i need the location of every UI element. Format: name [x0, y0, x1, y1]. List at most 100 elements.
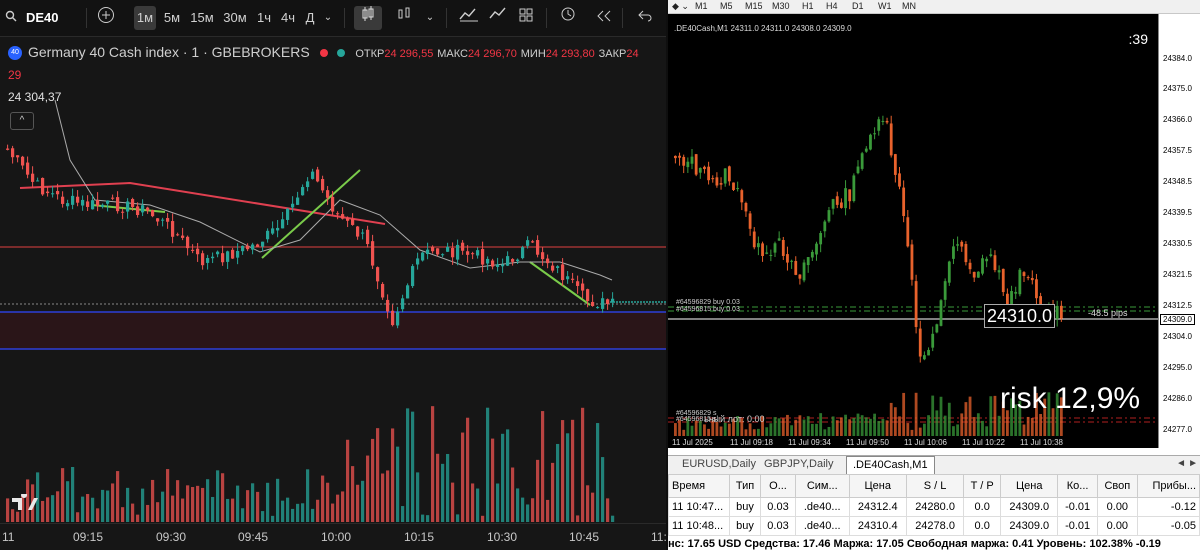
candle-body — [26, 162, 30, 175]
chart-legend: 40 Germany 40 Cash index · 1 · GBEBROKERS… — [8, 44, 639, 61]
cell-swap: 0.00 — [1096, 516, 1138, 536]
col-volume[interactable]: О... — [760, 474, 796, 498]
volume-bar — [81, 496, 85, 522]
volume-bar — [860, 415, 864, 436]
mt-price-axis[interactable]: 24384.0 24375.0 24366.0 24357.5 24348.5 … — [1158, 14, 1200, 448]
volume-bar — [471, 483, 475, 522]
cell-sl: 24280.0 — [905, 497, 965, 517]
tf-1m[interactable]: 1м — [134, 6, 156, 30]
volume-bar — [281, 500, 285, 522]
volume-bar — [690, 425, 694, 436]
col-tp[interactable]: T / P — [963, 474, 1002, 498]
col-symbol[interactable]: Сим... — [794, 474, 850, 498]
compare-icon[interactable] — [488, 6, 508, 30]
tf-d1[interactable]: D1 — [852, 1, 864, 11]
chevron-down-icon[interactable]: ⌄ — [322, 6, 334, 30]
scroll-right-icon[interactable]: ► — [1188, 458, 1198, 469]
tf-1h[interactable]: 1ч — [254, 6, 274, 30]
tf-5m[interactable]: 5м — [160, 6, 184, 30]
tv-toolbar: DE40 1м 5м 15м 30м 1ч 4ч Д ⌄ ⌄ — [0, 0, 666, 37]
trend-line-green-2[interactable] — [261, 169, 361, 259]
candle-body — [506, 256, 510, 266]
col-time[interactable]: Время — [668, 474, 730, 498]
undo-icon[interactable] — [636, 6, 654, 30]
chart-type-icon[interactable] — [458, 6, 480, 30]
candle-body — [46, 191, 50, 194]
volume-bar — [506, 429, 510, 522]
cell-profit: -0.12 — [1136, 497, 1200, 517]
candle-body — [906, 217, 910, 247]
col-commission[interactable]: Ко... — [1057, 474, 1098, 498]
time-tick: 09:15 — [73, 530, 104, 544]
tf-m15[interactable]: M15 — [745, 1, 763, 11]
candle-body — [835, 196, 839, 205]
candle-body — [881, 120, 885, 122]
tf-h4[interactable]: H4 — [826, 1, 838, 11]
candle-body — [111, 197, 115, 199]
candles-icon[interactable] — [354, 6, 382, 30]
candle-body — [852, 175, 856, 202]
volume-bar — [844, 414, 847, 436]
chart-title[interactable]: Germany 40 Cash index · 1 · GBEBROKERS — [28, 44, 310, 60]
collapse-legend-button[interactable]: ^ — [10, 112, 34, 130]
candle-body — [586, 289, 590, 301]
indicators-icon[interactable] — [394, 6, 414, 30]
tab-de40[interactable]: .DE40Cash,M1 — [846, 456, 935, 474]
volume-bar — [476, 488, 480, 522]
tf-w1[interactable]: W1 — [878, 1, 892, 11]
volume-bar — [481, 515, 485, 522]
trend-line-red[interactable] — [19, 181, 386, 225]
layout-grid-icon[interactable] — [516, 6, 536, 30]
tf-m5[interactable]: M5 — [720, 1, 733, 11]
tab-gbpjpy[interactable]: GBPJPY,Daily — [758, 458, 840, 470]
candle-body — [927, 349, 930, 356]
cursor-icon[interactable]: ◆ ⌄ — [672, 1, 689, 12]
table-row[interactable]: 11 10:47... buy 0.03 .de40... 24312.4 24… — [668, 497, 1200, 517]
tf-mn[interactable]: MN — [902, 1, 916, 11]
tf-15m[interactable]: 15м — [188, 6, 216, 30]
tf-30m[interactable]: 30м — [220, 6, 250, 30]
col-current-price[interactable]: Цена — [1000, 474, 1059, 498]
volume-bar — [976, 413, 980, 436]
volume-bar — [496, 483, 500, 522]
replay-icon[interactable] — [594, 6, 614, 30]
tv-chart-canvas[interactable] — [0, 0, 666, 550]
col-type[interactable]: Тип — [728, 474, 762, 498]
tv-time-axis[interactable]: 11 09:15 09:30 09:45 10:00 10:15 10:30 1… — [0, 523, 666, 550]
symbol-name[interactable]: DE40 — [26, 6, 66, 30]
candle-body — [166, 218, 170, 222]
table-row[interactable]: 11 10:48... buy 0.03 .de40... 24310.4 24… — [668, 516, 1200, 536]
tf-m30[interactable]: M30 — [772, 1, 790, 11]
candle-body — [461, 242, 465, 251]
candle-body — [311, 171, 315, 179]
candle-body — [786, 254, 789, 263]
search-icon[interactable] — [4, 6, 18, 30]
volume-bar — [386, 470, 390, 522]
add-symbol-icon[interactable] — [96, 6, 116, 30]
candle-body — [421, 252, 425, 261]
candle-body — [406, 285, 410, 299]
candle-body — [56, 191, 60, 195]
col-price[interactable]: Цена — [848, 474, 907, 498]
col-swap[interactable]: Своп — [1096, 474, 1138, 498]
alert-icon[interactable] — [558, 6, 578, 30]
col-profit[interactable]: Прибы... — [1136, 474, 1200, 498]
tf-h1[interactable]: H1 — [802, 1, 814, 11]
volume-bar — [76, 512, 80, 522]
tf-day[interactable]: Д — [302, 6, 318, 30]
tab-eurusd[interactable]: EURUSD,Daily — [676, 458, 762, 470]
volume-bar — [156, 502, 160, 522]
col-sl[interactable]: S / L — [905, 474, 965, 498]
tf-4h[interactable]: 4ч — [278, 6, 298, 30]
candle-body — [416, 258, 420, 265]
candle-body — [1026, 277, 1030, 279]
volume-bar — [346, 439, 350, 522]
scroll-left-icon[interactable]: ◄ — [1176, 458, 1186, 469]
candle-body — [341, 214, 345, 219]
chevron-down-icon[interactable]: ⌄ — [424, 6, 436, 30]
volume-bar — [396, 446, 400, 522]
volume-bar — [707, 428, 710, 436]
mt-chart[interactable]: .DE40Cash,M1 24311.0 24311.0 24308.0 243… — [668, 14, 1158, 448]
tf-m1[interactable]: M1 — [695, 1, 708, 11]
candle-body — [391, 310, 395, 326]
